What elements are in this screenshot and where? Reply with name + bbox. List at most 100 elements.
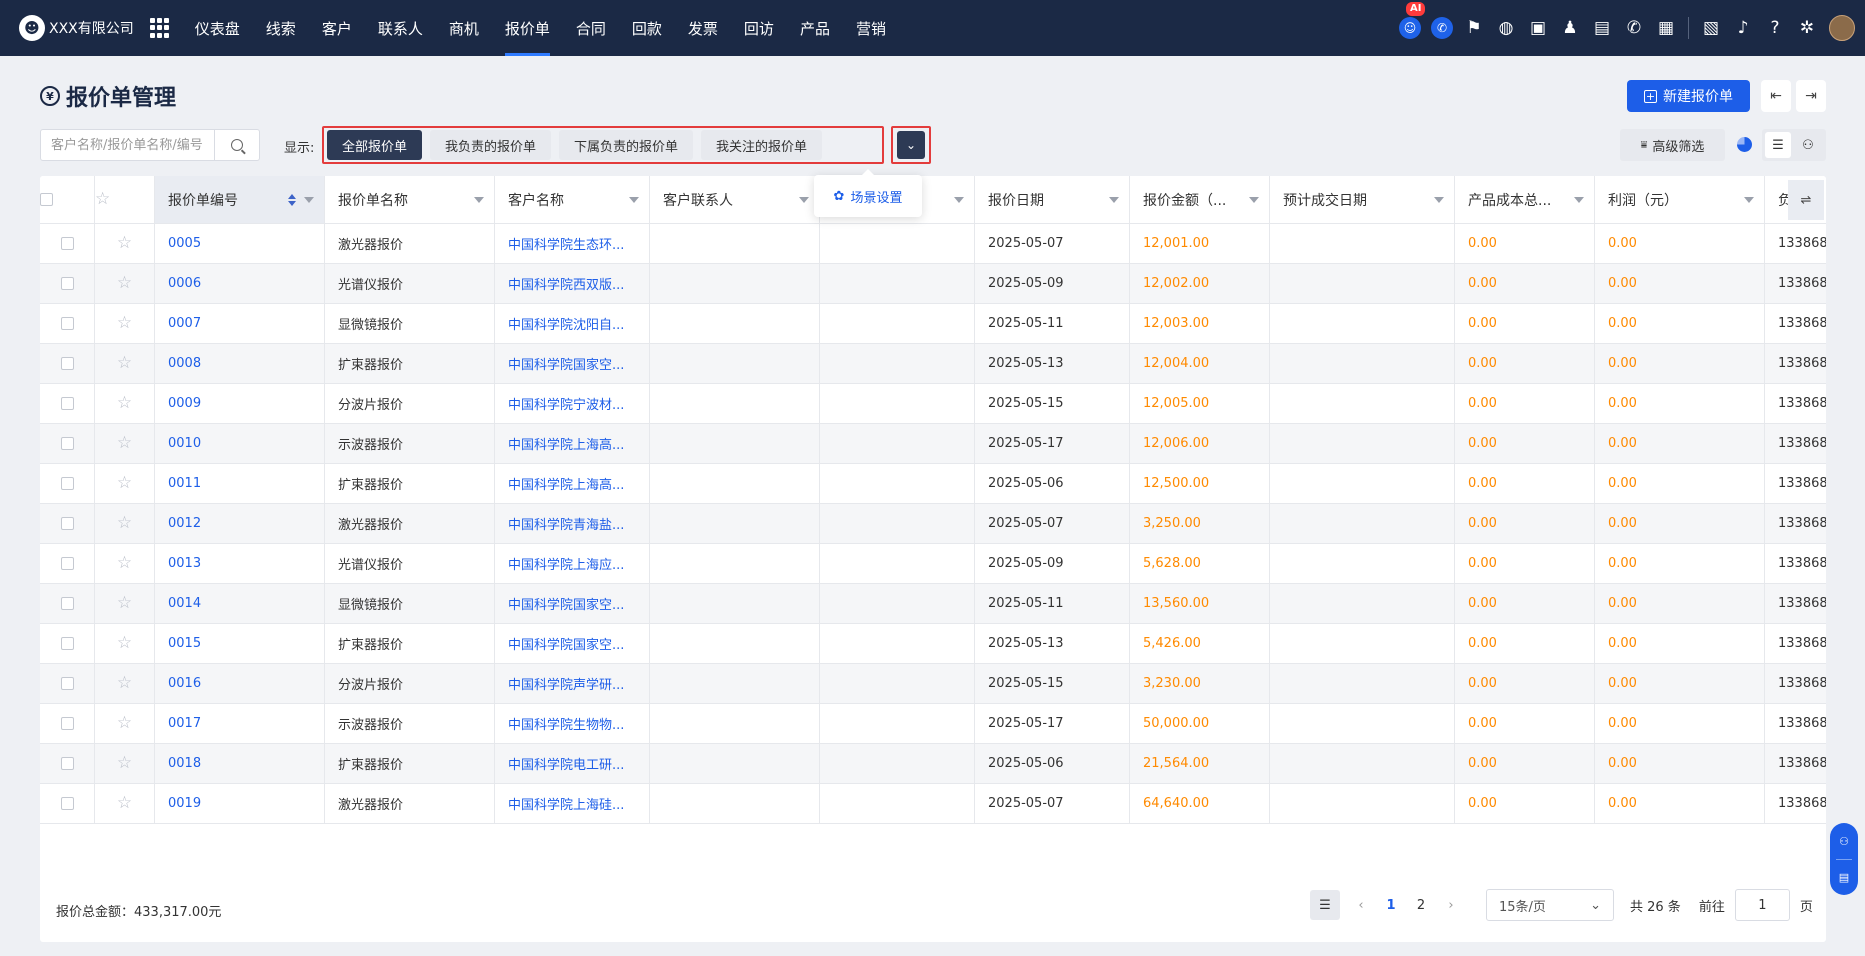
cell-quote-number[interactable]: 0006 xyxy=(155,264,325,303)
star-icon[interactable]: ☆ xyxy=(95,344,155,383)
filter-icon[interactable] xyxy=(474,196,484,203)
filter-icon[interactable] xyxy=(1744,196,1754,203)
table-row[interactable]: ☆ 0006 光谱仪报价 中国科学院西双版... 2025-05-09 12,002.00… xyxy=(40,264,1826,304)
col-header-amount[interactable]: 报价金额（... xyxy=(1130,176,1270,223)
row-checkbox[interactable] xyxy=(40,384,95,423)
goto-page-input[interactable]: 1 xyxy=(1734,889,1790,921)
pie-chart-icon[interactable] xyxy=(1737,137,1752,152)
star-icon[interactable]: ☆ xyxy=(95,744,155,783)
row-checkbox[interactable] xyxy=(40,464,95,503)
star-icon[interactable]: ☆ xyxy=(95,504,155,543)
cell-customer-name[interactable]: 中国科学院生态环... xyxy=(495,224,650,263)
row-checkbox[interactable] xyxy=(40,304,95,343)
row-checkbox[interactable] xyxy=(40,544,95,583)
nav-item-9[interactable]: 回访 xyxy=(731,0,787,56)
pager-menu-icon[interactable]: ☰ xyxy=(1310,890,1340,920)
table-row[interactable]: ☆ 0016 分波片报价 中国科学院声学研... 2025-05-15 3,230.00 0… xyxy=(40,664,1826,704)
cell-quote-number[interactable]: 0017 xyxy=(155,704,325,743)
globe-icon[interactable]: ◍ xyxy=(1490,0,1522,56)
nav-item-6[interactable]: 合同 xyxy=(563,0,619,56)
nav-item-3[interactable]: 联系人 xyxy=(365,0,436,56)
cell-quote-number[interactable]: 0014 xyxy=(155,584,325,623)
row-checkbox[interactable] xyxy=(40,344,95,383)
cell-customer-name[interactable]: 中国科学院国家空... xyxy=(495,344,650,383)
col-header-profit[interactable]: 利润（元） xyxy=(1595,176,1765,223)
cell-customer-name[interactable]: 中国科学院上海高... xyxy=(495,464,650,503)
cell-quote-number[interactable]: 0013 xyxy=(155,544,325,583)
scene-tab-0[interactable]: 全部报价单 xyxy=(327,130,423,160)
col-header-customer[interactable]: 客户名称 xyxy=(495,176,650,223)
nav-item-11[interactable]: 营销 xyxy=(843,0,899,56)
star-icon[interactable]: ☆ xyxy=(95,544,155,583)
nav-item-0[interactable]: 仪表盘 xyxy=(182,0,253,56)
col-header-contact[interactable]: 客户联系人 xyxy=(650,176,820,223)
help-icon[interactable]: ? xyxy=(1759,0,1791,56)
cell-quote-number[interactable]: 0016 xyxy=(155,664,325,703)
apps-grid-icon[interactable] xyxy=(149,18,170,38)
cell-quote-number[interactable]: 0007 xyxy=(155,304,325,343)
cell-quote-number[interactable]: 0009 xyxy=(155,384,325,423)
export-icon[interactable]: ⇥ xyxy=(1796,80,1826,112)
filter-icon[interactable] xyxy=(1434,196,1444,203)
col-header-cost[interactable]: 产品成本总... xyxy=(1455,176,1595,223)
cell-quote-number[interactable]: 0005 xyxy=(155,224,325,263)
nav-item-7[interactable]: 回款 xyxy=(619,0,675,56)
filter-icon[interactable] xyxy=(629,196,639,203)
row-checkbox[interactable] xyxy=(40,744,95,783)
table-row[interactable]: ☆ 0015 扩束器报价 中国科学院国家空... 2025-05-13 5,426.00 0… xyxy=(40,624,1826,664)
tree-view-icon[interactable]: ⚇ xyxy=(1795,132,1821,158)
cell-customer-name[interactable]: 中国科学院声学研... xyxy=(495,664,650,703)
search-input[interactable] xyxy=(41,130,214,160)
table-row[interactable]: ☆ 0018 扩束器报价 中国科学院电工研... 2025-05-06 21,564.00… xyxy=(40,744,1826,784)
cell-quote-number[interactable]: 0019 xyxy=(155,784,325,823)
cell-customer-name[interactable]: 中国科学院青海盐... xyxy=(495,504,650,543)
report-icon[interactable]: ▧ xyxy=(1695,0,1727,56)
nav-item-10[interactable]: 产品 xyxy=(787,0,843,56)
cell-customer-name[interactable]: 中国科学院国家空... xyxy=(495,584,650,623)
nav-item-1[interactable]: 线索 xyxy=(253,0,309,56)
col-header-name[interactable]: 报价单名称 xyxy=(325,176,495,223)
scene-tab-2[interactable]: 下属负责的报价单 xyxy=(559,130,694,160)
star-icon[interactable]: ☆ xyxy=(95,624,155,663)
table-row[interactable]: ☆ 0008 扩束器报价 中国科学院国家空... 2025-05-13 12,004.00… xyxy=(40,344,1826,384)
search-button[interactable] xyxy=(214,130,259,160)
page-2[interactable]: 2 xyxy=(1406,898,1436,913)
brand[interactable]: ☻ XXX有限公司 xyxy=(0,0,134,56)
list-view-icon[interactable]: ☰ xyxy=(1765,132,1791,158)
prev-page-icon[interactable]: ‹ xyxy=(1346,898,1376,913)
nav-item-4[interactable]: 商机 xyxy=(436,0,492,56)
col-header-expected-date[interactable]: 预计成交日期 xyxy=(1270,176,1455,223)
star-icon[interactable]: ☆ xyxy=(95,704,155,743)
table-row[interactable]: ☆ 0017 示波器报价 中国科学院生物物... 2025-05-17 50,000.00… xyxy=(40,704,1826,744)
cell-customer-name[interactable]: 中国科学院生物物... xyxy=(495,704,650,743)
cell-customer-name[interactable]: 中国科学院宁波材... xyxy=(495,384,650,423)
row-checkbox[interactable] xyxy=(40,624,95,663)
filter-icon[interactable] xyxy=(1109,196,1119,203)
document-icon[interactable]: ▤ xyxy=(1586,0,1618,56)
filter-icon[interactable] xyxy=(799,196,809,203)
filter-icon[interactable] xyxy=(954,196,964,203)
calendar-icon[interactable]: ▦ xyxy=(1650,0,1682,56)
row-checkbox[interactable] xyxy=(40,264,95,303)
star-icon[interactable]: ☆ xyxy=(95,784,155,823)
star-icon[interactable]: ☆ xyxy=(95,424,155,463)
import-icon[interactable]: ⇤ xyxy=(1761,80,1791,112)
filter-icon[interactable] xyxy=(1249,196,1259,203)
pin-icon[interactable]: ⚑ xyxy=(1458,0,1490,56)
star-icon[interactable]: ☆ xyxy=(95,384,155,423)
row-checkbox[interactable] xyxy=(40,424,95,463)
row-checkbox[interactable] xyxy=(40,584,95,623)
page-size-select[interactable]: 15条/页 ⌄ xyxy=(1486,889,1614,921)
table-row[interactable]: ☆ 0010 示波器报价 中国科学院上海高... 2025-05-17 12,006.00… xyxy=(40,424,1826,464)
cell-quote-number[interactable]: 0008 xyxy=(155,344,325,383)
cell-customer-name[interactable]: 中国科学院电工研... xyxy=(495,744,650,783)
star-icon[interactable]: ☆ xyxy=(95,224,155,263)
cell-customer-name[interactable]: 中国科学院上海硅... xyxy=(495,784,650,823)
next-page-icon[interactable]: › xyxy=(1436,898,1466,913)
table-row[interactable]: ☆ 0014 显微镜报价 中国科学院国家空... 2025-05-11 13,560.00… xyxy=(40,584,1826,624)
advanced-filter-button[interactable]: ⩸ 高级筛选 xyxy=(1620,129,1725,161)
select-all-checkbox[interactable] xyxy=(40,176,95,223)
table-row[interactable]: ☆ 0007 显微镜报价 中国科学院沈阳自... 2025-05-11 12,003.00… xyxy=(40,304,1826,344)
star-icon[interactable]: ☆ xyxy=(95,264,155,303)
table-row[interactable]: ☆ 0009 分波片报价 中国科学院宁波材... 2025-05-15 12,005.00… xyxy=(40,384,1826,424)
